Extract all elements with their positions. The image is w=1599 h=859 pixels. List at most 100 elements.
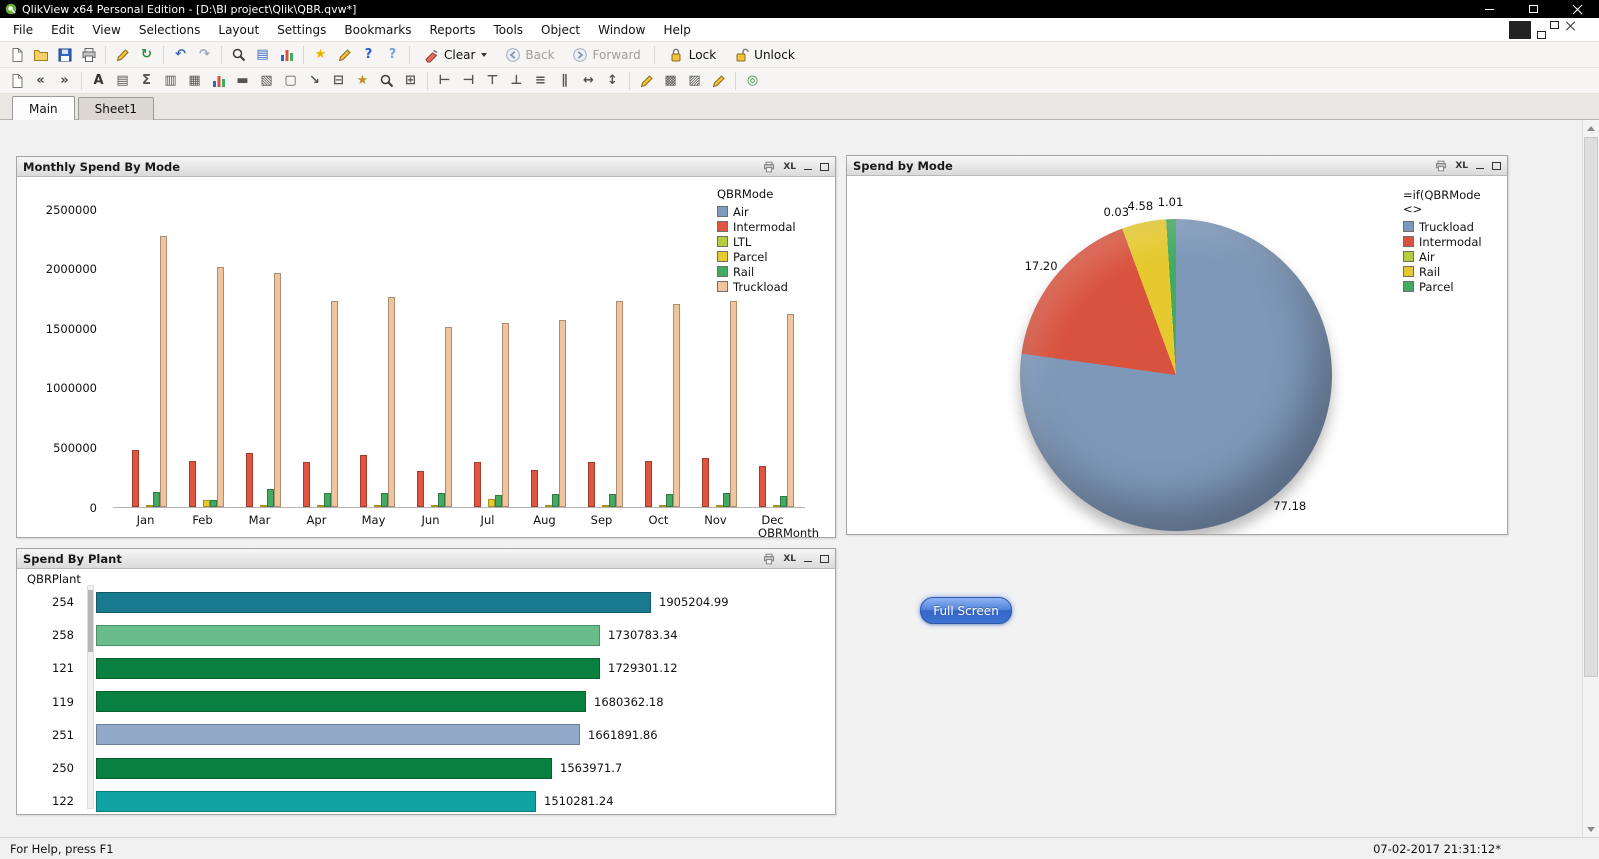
bar-parcel-apr[interactable] bbox=[316, 505, 324, 507]
search-object-icon[interactable] bbox=[375, 70, 398, 92]
plant-row-119[interactable]: 119 1680362.18 bbox=[25, 691, 664, 713]
sheet-properties-icon[interactable]: ▩ bbox=[659, 70, 682, 92]
bar-intermodal-mar[interactable] bbox=[245, 453, 253, 507]
document-close-button[interactable] bbox=[1565, 21, 1587, 39]
bar-intermodal-jun[interactable] bbox=[416, 471, 424, 507]
unlock-button[interactable]: Unlock bbox=[725, 44, 803, 66]
caption-minimize-icon[interactable] bbox=[804, 561, 812, 562]
bar-rail-dec[interactable] bbox=[779, 496, 787, 507]
space-vertical-icon[interactable]: ↕ bbox=[601, 70, 624, 92]
slider-icon[interactable]: ⊟ bbox=[327, 70, 350, 92]
bar-intermodal-aug[interactable] bbox=[530, 470, 538, 507]
window-maximize-button[interactable] bbox=[1511, 0, 1555, 18]
tab-sheet1[interactable]: Sheet1 bbox=[77, 97, 154, 120]
align-right-icon[interactable]: ⊣ bbox=[457, 70, 480, 92]
bar-parcel-feb[interactable] bbox=[202, 500, 210, 507]
clear-button[interactable]: Clear bbox=[415, 44, 495, 66]
bar-truckload-aug[interactable] bbox=[558, 320, 566, 507]
legend-item-parcel[interactable]: Parcel bbox=[1403, 279, 1503, 294]
bar-truckload-jul[interactable] bbox=[501, 323, 509, 507]
bar-intermodal-jul[interactable] bbox=[473, 462, 481, 507]
center-horizontal-icon[interactable]: ≡ bbox=[529, 70, 552, 92]
spend-by-mode-chart-body[interactable]: =if(QBRMode <> Truckload Intermodal Air Rai… bbox=[847, 176, 1507, 534]
spend-by-mode-caption[interactable]: Spend by Mode XL bbox=[847, 156, 1507, 176]
clear-dropdown-caret-icon[interactable] bbox=[481, 52, 488, 57]
open-file-icon[interactable] bbox=[29, 44, 52, 66]
context-help-icon[interactable]: ? bbox=[381, 44, 404, 66]
spend-by-plant-caption[interactable]: Spend By Plant XL bbox=[17, 549, 835, 569]
bar-parcel-sep[interactable] bbox=[601, 505, 609, 507]
plant-row-258[interactable]: 258 1730783.34 bbox=[25, 624, 678, 646]
button-icon[interactable]: ▢ bbox=[279, 70, 302, 92]
spend-by-mode-chart-window[interactable]: Spend by Mode XL =if(QBRMode <> Truckloa… bbox=[846, 155, 1508, 535]
legend-item-air[interactable]: Air bbox=[717, 204, 835, 219]
bar-intermodal-apr[interactable] bbox=[302, 462, 310, 507]
bar-intermodal-nov[interactable] bbox=[701, 458, 709, 507]
plant-row-251[interactable]: 251 1661891.86 bbox=[25, 724, 658, 746]
scroll-down-icon[interactable] bbox=[1583, 821, 1599, 837]
bar-rail-sep[interactable] bbox=[608, 494, 616, 507]
list-box-icon[interactable]: ▤ bbox=[111, 70, 134, 92]
bar-truckload-sep[interactable] bbox=[615, 301, 623, 507]
bar-truckload-nov[interactable] bbox=[729, 301, 737, 507]
statistics-box-icon[interactable]: Σ bbox=[135, 70, 158, 92]
menu-reports[interactable]: Reports bbox=[420, 20, 484, 40]
bookmark-star-icon[interactable]: ★ bbox=[309, 44, 332, 66]
monthly-spend-chart-body[interactable]: QBRMode Air Intermodal LTL Parcel Rail Truckl… bbox=[17, 177, 835, 537]
bar-intermodal-oct[interactable] bbox=[644, 461, 652, 507]
document-restore-button[interactable] bbox=[1537, 20, 1559, 39]
menu-edit[interactable]: Edit bbox=[42, 20, 83, 40]
menu-file[interactable]: File bbox=[4, 20, 42, 40]
menu-view[interactable]: View bbox=[83, 20, 129, 40]
plant-bar-258[interactable] bbox=[96, 624, 600, 646]
bar-rail-oct[interactable] bbox=[665, 494, 673, 507]
container-icon[interactable]: ⊞ bbox=[399, 70, 422, 92]
find-icon[interactable] bbox=[227, 44, 250, 66]
plant-bar-250[interactable] bbox=[96, 757, 552, 779]
plant-bar-122[interactable] bbox=[96, 790, 536, 812]
sheet-vertical-scrollbar[interactable] bbox=[1582, 120, 1599, 837]
bar-truckload-oct[interactable] bbox=[672, 304, 680, 507]
legend-item-ltl[interactable]: LTL bbox=[717, 234, 835, 249]
forward-button[interactable]: Forward bbox=[564, 44, 649, 66]
webview-icon[interactable]: ◎ bbox=[741, 70, 764, 92]
document-properties-icon[interactable]: ▨ bbox=[683, 70, 706, 92]
input-box-icon[interactable]: ▬ bbox=[231, 70, 254, 92]
caption-excel-icon[interactable]: XL bbox=[1455, 161, 1468, 171]
plant-bar-254[interactable] bbox=[96, 591, 651, 613]
lock-button[interactable]: Lock bbox=[660, 44, 724, 66]
menu-settings[interactable]: Settings bbox=[268, 20, 335, 40]
monthly-spend-chart-window[interactable]: Monthly Spend By Mode XL QBRMode Air Inte… bbox=[16, 156, 836, 538]
plant-bar-119[interactable] bbox=[96, 691, 586, 713]
table-box-icon[interactable]: ▦ bbox=[183, 70, 206, 92]
caption-excel-icon[interactable]: XL bbox=[783, 554, 796, 564]
bar-parcel-jun[interactable] bbox=[430, 505, 438, 507]
bar-rail-aug[interactable] bbox=[551, 494, 559, 507]
save-icon[interactable] bbox=[53, 44, 76, 66]
legend-item-parcel[interactable]: Parcel bbox=[717, 249, 835, 264]
space-horizontal-icon[interactable]: ↔ bbox=[577, 70, 600, 92]
caption-minimize-icon[interactable] bbox=[1476, 168, 1484, 169]
bar-intermodal-may[interactable] bbox=[359, 455, 367, 507]
help-icon[interactable]: ? bbox=[357, 44, 380, 66]
reload-icon[interactable]: ↻ bbox=[135, 44, 158, 66]
bar-rail-nov[interactable] bbox=[722, 493, 730, 507]
caption-print-icon[interactable] bbox=[1435, 160, 1447, 172]
edit-module-icon[interactable] bbox=[707, 70, 730, 92]
edit-script-icon[interactable] bbox=[111, 44, 134, 66]
current-selections-icon[interactable]: ▤ bbox=[251, 44, 274, 66]
bar-parcel-nov[interactable] bbox=[715, 505, 723, 507]
plant-row-121[interactable]: 121 1729301.12 bbox=[25, 657, 678, 679]
plant-row-122[interactable]: 122 1510281.24 bbox=[25, 790, 614, 812]
bar-intermodal-dec[interactable] bbox=[758, 466, 766, 507]
bar-rail-jun[interactable] bbox=[437, 493, 445, 507]
spend-by-plant-chart-body[interactable]: QBRPlant 254 1905204.99 258 1730783.34 121 17… bbox=[17, 569, 835, 814]
document-minimize-button[interactable] bbox=[1509, 20, 1531, 39]
bar-truckload-dec[interactable] bbox=[786, 314, 794, 507]
legend-item-rail[interactable]: Rail bbox=[1403, 264, 1503, 279]
menu-tools[interactable]: Tools bbox=[484, 20, 532, 40]
spend-by-plant-chart-window[interactable]: Spend By Plant XL QBRPlant 254 1905204.99… bbox=[16, 548, 836, 815]
bar-parcel-oct[interactable] bbox=[658, 505, 666, 507]
menu-window[interactable]: Window bbox=[589, 20, 654, 40]
new-sheet-icon[interactable] bbox=[5, 70, 28, 92]
